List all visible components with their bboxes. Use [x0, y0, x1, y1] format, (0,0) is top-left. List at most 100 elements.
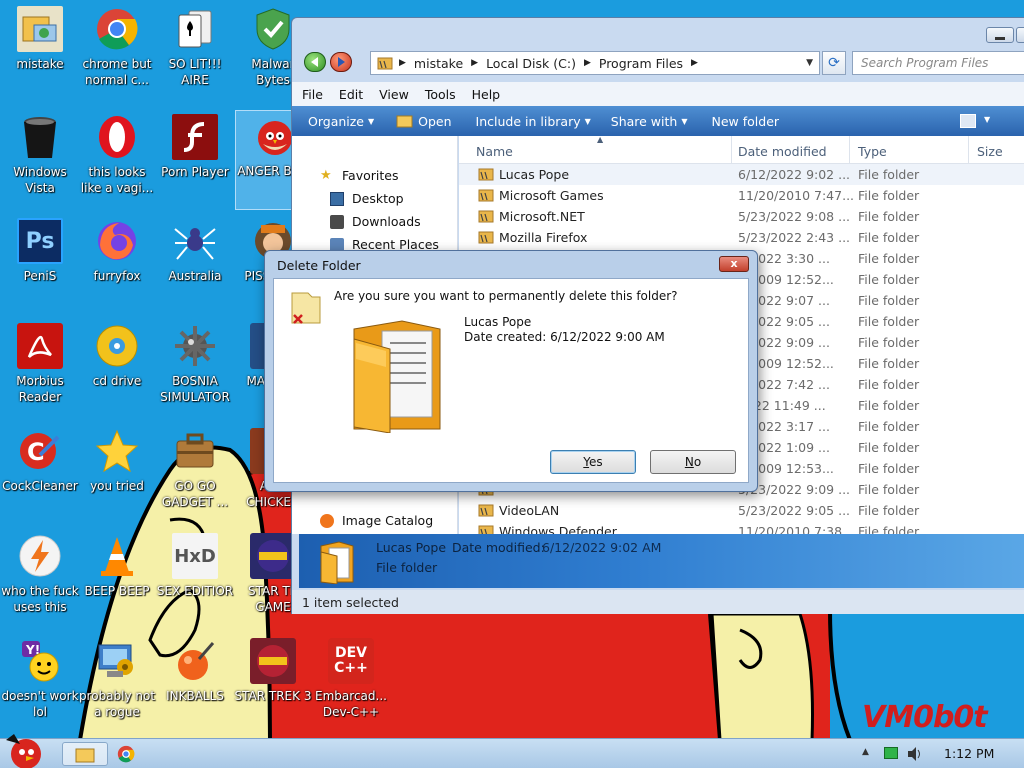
file-date: 11/20/2010 7:38...	[738, 524, 855, 534]
breadcrumb-separator-icon: ▶	[691, 58, 698, 68]
desktop-icon-you-tried[interactable]: you tried	[77, 426, 157, 526]
volume-icon[interactable]	[906, 746, 924, 762]
back-button[interactable]	[304, 52, 326, 72]
breadcrumb-local-disk[interactable]: Local Disk (C:)	[486, 56, 576, 71]
refresh-button[interactable]: ⟳	[822, 51, 846, 75]
start-button-angry-bird-icon[interactable]	[0, 730, 50, 768]
desktop-icon-chrome[interactable]: chrome but normal c...	[77, 4, 157, 104]
search-input[interactable]: Search Program Files	[852, 51, 1024, 75]
file-date: 11/20/2010 7:47...	[738, 188, 855, 203]
column-date-modified[interactable]: Date modified	[738, 144, 827, 159]
share-label: Share with	[610, 113, 678, 129]
table-row[interactable]: Windows Defender 11/20/2010 7:38... File f…	[459, 521, 1024, 534]
network-icon[interactable]	[884, 747, 898, 759]
menu-help[interactable]: Help	[472, 87, 501, 102]
desktop-icon-bosnia-simulator[interactable]: BOSNIA SIMULATOR	[155, 321, 235, 421]
address-dropdown-icon[interactable]: ▼	[806, 58, 813, 68]
maximize-button[interactable]	[1016, 27, 1024, 43]
folder-installer-icon	[17, 6, 63, 52]
explorer-titlebar[interactable]	[292, 18, 1024, 48]
chevron-down-icon[interactable]: ▼	[984, 115, 990, 124]
no-mnemonic: N	[684, 455, 694, 469]
star-wars-icon	[250, 638, 296, 684]
status-text: 1 item selected	[302, 595, 399, 610]
column-divider[interactable]	[968, 136, 969, 164]
desktop-icon-go-go-gadget[interactable]: GO GO GADGET ...	[155, 426, 235, 526]
desktop-icon-star-trek-3[interactable]: STAR TREK 3	[233, 636, 313, 736]
menu-view[interactable]: View	[379, 87, 409, 102]
file-type: File folder	[858, 251, 920, 266]
downloads-icon	[330, 214, 344, 229]
new-folder-button[interactable]: New folder	[712, 114, 780, 129]
breadcrumb-program-files[interactable]: Program Files	[599, 56, 683, 71]
open-button[interactable]: Open	[396, 114, 452, 129]
flash-player-icon	[172, 114, 218, 160]
desktop-icon-label: Embarcad... Dev-C++	[315, 689, 387, 719]
menu-file[interactable]: File	[302, 87, 323, 102]
desktop-icon-penis[interactable]: Ps PeniS	[0, 216, 80, 316]
desktop-icon-beep-beep[interactable]: BEEP BEEP	[77, 531, 157, 631]
desktop-icon-porn-player[interactable]: Porn Player	[155, 112, 235, 212]
desktop-icon-windows-vista[interactable]: Windows Vista	[0, 112, 80, 212]
desktop-icon-inkballs[interactable]: INKBALLS	[155, 636, 235, 736]
column-size[interactable]: Size	[977, 144, 1003, 159]
desktop-icon-mistake[interactable]: mistake	[0, 4, 80, 104]
nav-downloads[interactable]: Downloads	[330, 214, 421, 229]
minimize-button[interactable]	[986, 27, 1014, 43]
column-type[interactable]: Type	[858, 144, 887, 159]
table-row[interactable]: Lucas Pope 6/12/2022 9:02 ... File folder	[459, 164, 1024, 185]
show-hidden-icons-icon[interactable]: ▲	[862, 747, 869, 757]
yes-button[interactable]: Yes	[550, 450, 636, 474]
desktop-icon-morbius-reader[interactable]: Morbius Reader	[0, 321, 80, 421]
column-divider[interactable]	[731, 136, 732, 164]
table-row[interactable]: Mozilla Firefox 5/23/2022 2:43 ... File fo…	[459, 227, 1024, 248]
file-type: File folder	[858, 524, 920, 534]
desktop-icon-australia[interactable]: Australia	[155, 216, 235, 316]
desktop-icon-vagi[interactable]: this looks like a vagi...	[77, 112, 157, 212]
view-options-icon[interactable]	[960, 114, 976, 128]
desktop-icon-who-uses-this[interactable]: who the fuck uses this	[0, 531, 80, 631]
no-button[interactable]: No	[650, 450, 736, 474]
desktop-icon-label: furryfox	[93, 269, 141, 283]
nav-favorites[interactable]: ★ Favorites	[320, 168, 398, 183]
table-row[interactable]: VideoLAN 5/23/2022 9:05 ... File folder	[459, 500, 1024, 521]
menu-tools[interactable]: Tools	[425, 87, 456, 102]
include-in-library-button[interactable]: Include in library ▼	[476, 114, 591, 129]
desktop-icon-probably-not-rogue[interactable]: probably not a rogue	[77, 636, 157, 736]
table-row[interactable]: Microsoft Games 11/20/2010 7:47... File fo…	[459, 185, 1024, 206]
clock[interactable]: 1:12 PM	[944, 746, 994, 761]
watermark: VM0b0t	[862, 700, 988, 735]
nav-desktop-label: Desktop	[352, 191, 404, 206]
column-name[interactable]: Name	[476, 144, 513, 159]
desktop-icon-furryfox[interactable]: furryfox	[77, 216, 157, 316]
taskbar-chrome-button[interactable]	[110, 742, 156, 766]
breadcrumb-mistake[interactable]: mistake	[414, 56, 463, 71]
file-type: File folder	[858, 377, 920, 392]
file-type: File folder	[858, 335, 920, 350]
file-name: Microsoft Games	[499, 188, 604, 203]
desktop-icon-so-lit-aire[interactable]: SO LIT!!! AIRE	[155, 4, 235, 104]
close-icon: x	[730, 257, 738, 270]
organize-button[interactable]: Organize ▼	[308, 114, 374, 129]
menu-edit[interactable]: Edit	[339, 87, 363, 102]
desktop-icon-doesnt-work[interactable]: Y! doesn't work lol	[0, 636, 80, 736]
dialog-body: Are you sure you want to permanently del…	[273, 278, 749, 483]
folder-icon	[353, 320, 441, 433]
taskbar-explorer-button[interactable]	[62, 742, 108, 766]
star-icon: ★	[320, 167, 332, 183]
nav-desktop[interactable]: Desktop	[330, 191, 404, 206]
desktop-icon-sex-editior[interactable]: HxD SEX EDITIOR	[155, 531, 235, 631]
address-bar[interactable]: ▶ mistake ▶ Local Disk (C:) ▶ Program Fi…	[370, 51, 820, 75]
close-button[interactable]: x	[719, 256, 749, 272]
folder-icon	[478, 525, 494, 534]
table-row[interactable]: Microsoft.NET 5/23/2022 9:08 ... File fold…	[459, 206, 1024, 227]
gears-computer-icon	[94, 638, 140, 684]
desktop-icon-cockcleaner[interactable]: C CockCleaner	[0, 426, 80, 526]
forward-button[interactable]	[330, 52, 352, 72]
share-with-button[interactable]: Share with ▼	[611, 114, 688, 129]
address-row: ▶ mistake ▶ Local Disk (C:) ▶ Program Fi…	[302, 50, 1024, 76]
desktop-icon-dev-cpp[interactable]: DEV C++ Embarcad... Dev-C++	[311, 636, 391, 736]
desktop-icon-cd-drive[interactable]: cd drive	[77, 321, 157, 421]
column-divider[interactable]	[849, 136, 850, 164]
nav-image-catalog[interactable]: Image Catalog	[320, 513, 433, 528]
